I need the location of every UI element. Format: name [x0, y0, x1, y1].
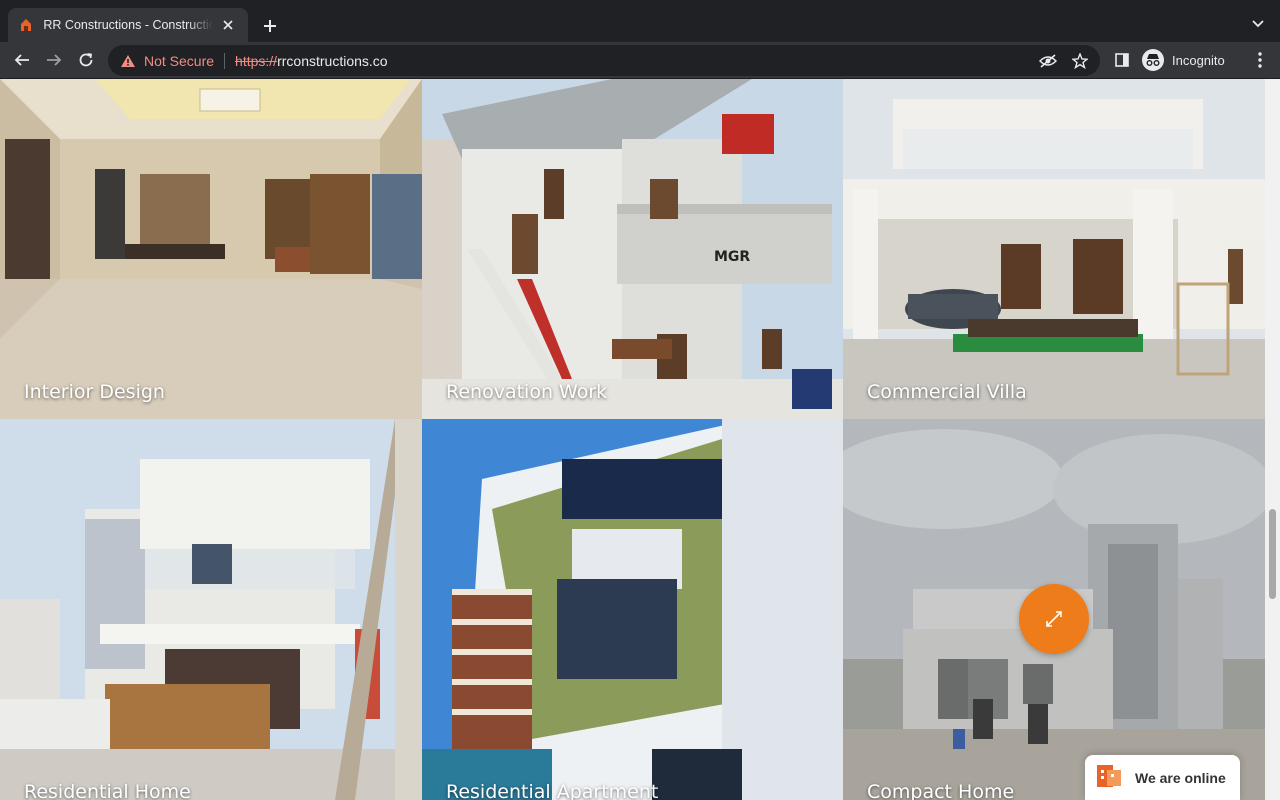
kebab-menu-icon[interactable]	[1248, 48, 1272, 72]
gallery-tile-residential-apartment[interactable]: Residential Apartment	[422, 419, 843, 800]
address-bar[interactable]: Not Secure https://rrconstructions.co	[108, 45, 1100, 76]
incognito-profile-button[interactable]: Incognito	[1142, 46, 1225, 74]
villa-image	[843, 79, 1265, 419]
forward-arrow-icon[interactable]	[42, 48, 66, 72]
tab-search-chevron-icon[interactable]	[1248, 14, 1268, 34]
warning-triangle-icon[interactable]	[120, 54, 136, 68]
scrollbar-thumb[interactable]	[1269, 509, 1276, 599]
back-arrow-icon[interactable]	[10, 48, 34, 72]
tab-close-icon[interactable]	[219, 15, 238, 35]
omnibox-divider	[224, 52, 226, 69]
incognito-label: Incognito	[1172, 52, 1225, 68]
browser-toolbar: Not Secure https://rrconstructions.co In…	[0, 42, 1280, 79]
tile-caption: Residential Home	[24, 781, 191, 800]
tile-caption: Renovation Work	[446, 381, 608, 403]
interior-room-image	[0, 79, 422, 419]
chat-office-icon	[1095, 762, 1123, 793]
gallery-tile-renovation-work[interactable]: MGR Renovation Work	[422, 79, 843, 419]
gallery-tile-residential-home[interactable]: Residential Home	[0, 419, 422, 800]
expand-arrows-icon	[1046, 611, 1062, 627]
apartment-image	[422, 419, 843, 800]
chat-widget[interactable]: We are online	[1085, 755, 1240, 800]
tab-title: RR Constructions - Construction Company	[43, 18, 213, 32]
url-text[interactable]: https://rrconstructions.co	[235, 53, 388, 69]
project-gallery: Interior Design MGR Renovation Work Comm…	[0, 79, 1265, 800]
bookmark-star-icon[interactable]	[1068, 49, 1092, 73]
tile-caption: Interior Design	[24, 381, 165, 403]
site-favicon-icon	[18, 17, 33, 33]
reload-icon[interactable]	[74, 48, 98, 72]
browser-tab[interactable]: RR Constructions - Construction Company	[8, 8, 248, 42]
tab-strip: RR Constructions - Construction Company	[0, 0, 1280, 42]
url-scheme: https://	[235, 52, 278, 69]
new-tab-icon[interactable]	[258, 14, 282, 38]
mgr-sign-text: MGR	[714, 249, 750, 265]
not-secure-label[interactable]: Not Secure	[144, 53, 214, 69]
expand-image-button[interactable]	[1019, 584, 1089, 654]
gallery-tile-interior-design[interactable]: Interior Design	[0, 79, 422, 419]
tile-caption: Residential Apartment	[446, 781, 659, 800]
url-host: rrconstructions.co	[277, 52, 388, 69]
tile-caption: Compact Home	[867, 781, 1015, 800]
web-page: Interior Design MGR Renovation Work Comm…	[0, 79, 1280, 800]
chat-status-label: We are online	[1135, 769, 1226, 786]
eye-slash-icon[interactable]	[1036, 49, 1060, 73]
tile-caption: Commercial Villa	[867, 381, 1027, 403]
side-panel-icon[interactable]	[1110, 48, 1134, 72]
residential-home-image	[0, 419, 422, 800]
gallery-tile-commercial-villa[interactable]: Commercial Villa	[843, 79, 1265, 419]
incognito-icon	[1142, 49, 1164, 71]
vertical-scrollbar[interactable]	[1265, 79, 1280, 800]
renovation-house-image: MGR	[422, 79, 843, 419]
